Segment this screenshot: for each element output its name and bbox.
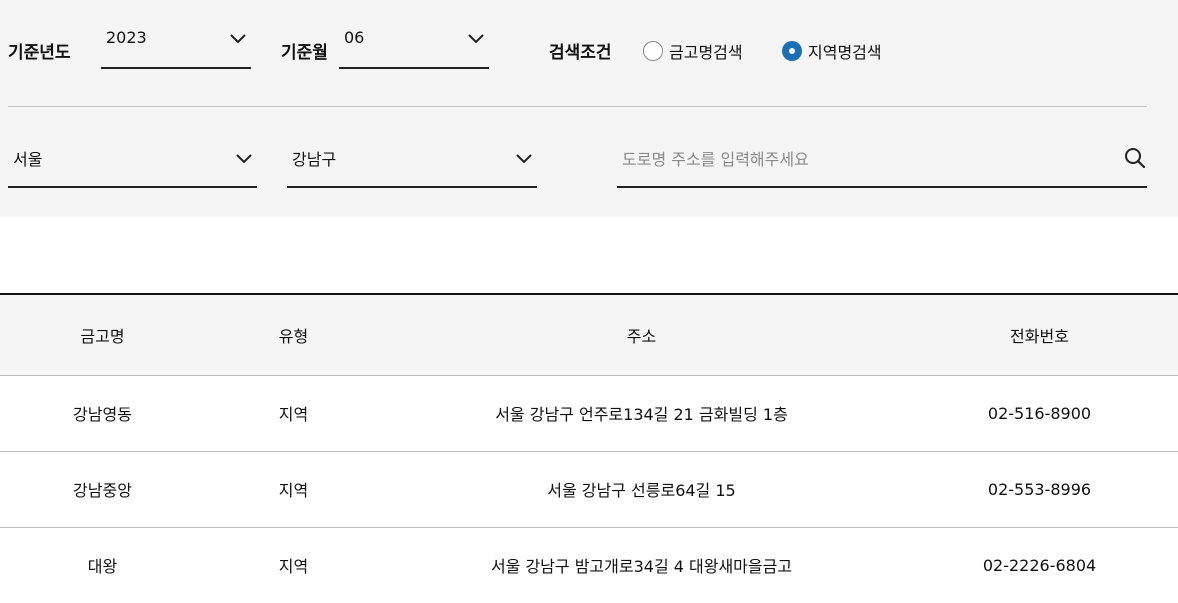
district-value: 강남구 [292,150,337,169]
search-condition-label: 검색조건 [549,43,612,63]
header-address: 주소 [382,294,901,376]
filter-panel: 기준년도 2023 기준월 06 검색조건 금고명검색 지역명검색 서울 강남구 [0,0,1178,217]
header-bank-name: 금고명 [0,294,205,376]
year-label: 기준년도 [8,43,71,63]
radio-region-name-search[interactable]: 지역명검색 [782,39,882,63]
month-select[interactable]: 06 [339,22,489,69]
divider [8,106,1147,107]
radio-label: 지역명검색 [808,43,882,62]
cell-phone: 02-516-8900 [901,375,1178,452]
table-row[interactable]: 강남중앙 지역 서울 강남구 선릉로64길 15 02-553-8996 [0,451,1178,528]
cell-address: 서울 강남구 밤고개로34길 4 대왕새마을금고 [382,527,901,603]
chevron-down-icon [236,154,252,164]
year-value: 2023 [106,28,147,47]
chevron-down-icon [230,34,246,44]
header-phone: 전화번호 [901,294,1178,376]
cell-phone: 02-2226-6804 [901,527,1178,603]
address-search-box [617,134,1147,188]
radio-circle-selected [782,41,802,61]
cell-address: 서울 강남구 언주로134길 21 금화빌딩 1층 [382,375,901,452]
month-value: 06 [344,28,365,47]
radio-bank-name-search[interactable]: 금고명검색 [643,39,743,63]
cell-type: 지역 [205,451,382,528]
radio-label: 금고명검색 [669,43,743,62]
table-row[interactable]: 강남영동 지역 서울 강남구 언주로134길 21 금화빌딩 1층 02-516… [0,375,1178,452]
cell-type: 지역 [205,527,382,603]
cell-bank-name: 강남중앙 [0,451,205,528]
table-row[interactable]: 대왕 지역 서울 강남구 밤고개로34길 4 대왕새마을금고 02-2226-6… [0,527,1178,603]
address-search-input[interactable] [622,144,1102,174]
district-select[interactable]: 강남구 [287,134,537,188]
cell-address: 서울 강남구 선릉로64길 15 [382,451,901,528]
year-select[interactable]: 2023 [101,22,251,69]
region-select[interactable]: 서울 [8,134,257,188]
result-table: 금고명 유형 주소 전화번호 강남영동 지역 서울 강남구 언주로134길 21… [0,293,1178,603]
cell-type: 지역 [205,375,382,452]
cell-bank-name: 강남영동 [0,375,205,452]
header-type: 유형 [205,294,382,376]
cell-phone: 02-553-8996 [901,451,1178,528]
chevron-down-icon [516,154,532,164]
chevron-down-icon [468,34,484,44]
region-value: 서울 [13,150,43,169]
table-header-row: 금고명 유형 주소 전화번호 [0,294,1178,376]
month-label: 기준월 [281,43,328,63]
search-icon[interactable] [1123,146,1147,170]
cell-bank-name: 대왕 [0,527,205,603]
radio-circle [643,41,663,61]
